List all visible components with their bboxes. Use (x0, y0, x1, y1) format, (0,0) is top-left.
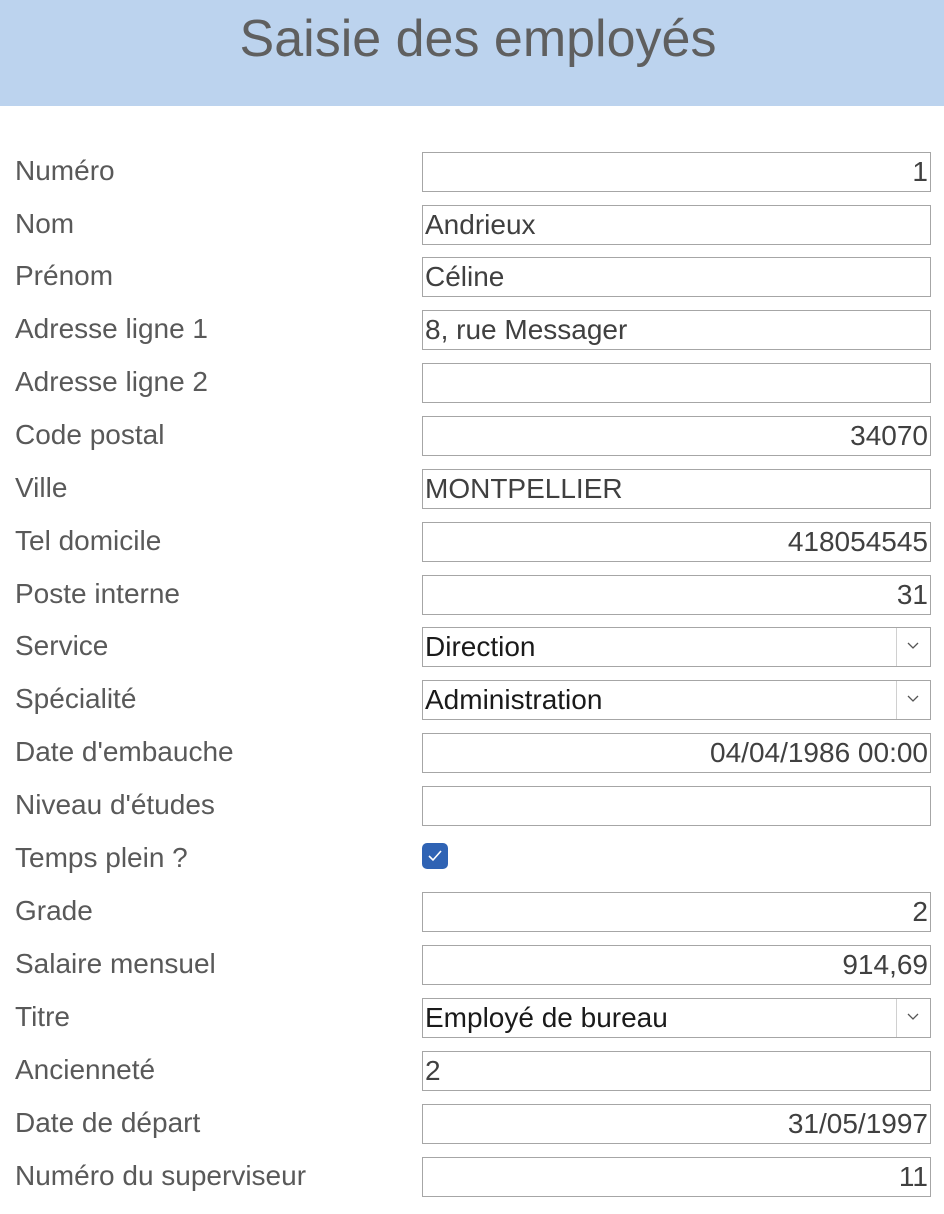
adresse1-label: Adresse ligne 1 (15, 313, 209, 344)
titre-select[interactable]: Employé de bureau (422, 998, 931, 1038)
row-prenom: Prénom Céline (0, 257, 944, 297)
service-dropdown-button[interactable] (896, 628, 930, 666)
row-numero: Numéro 1 (0, 152, 944, 192)
grade-field[interactable]: 2 (422, 892, 931, 932)
row-temps-plein: Temps plein ? (0, 839, 944, 879)
service-value: Direction (425, 631, 536, 662)
prenom-field[interactable]: Céline (422, 257, 931, 297)
chevron-down-icon (907, 642, 919, 649)
prenom-label: Prénom (15, 260, 114, 291)
niveau-etudes-field[interactable] (422, 786, 931, 826)
nom-label: Nom (15, 208, 75, 239)
row-service: Service Direction (0, 627, 944, 667)
temps-plein-checkbox[interactable] (422, 843, 448, 869)
row-niveau-etudes: Niveau d'études (0, 786, 944, 826)
row-specialite: Spécialité Administration (0, 680, 944, 720)
anciennete-field[interactable]: 2 (422, 1051, 931, 1091)
row-tel-domicile: Tel domicile 418054545 (0, 522, 944, 562)
checkmark-icon (428, 850, 442, 862)
superviseur-field[interactable]: 11 (422, 1157, 931, 1197)
temps-plein-label: Temps plein ? (15, 842, 188, 873)
chevron-down-icon (907, 1013, 919, 1020)
superviseur-label: Numéro du superviseur (15, 1160, 307, 1191)
numero-field[interactable]: 1 (422, 152, 931, 192)
poste-interne-field[interactable]: 31 (422, 575, 931, 615)
row-grade: Grade 2 (0, 892, 944, 932)
specialite-select[interactable]: Administration (422, 680, 931, 720)
code-postal-field[interactable]: 34070 (422, 416, 931, 456)
titre-label: Titre (15, 1001, 70, 1032)
adresse2-field[interactable] (422, 363, 931, 403)
row-adresse2: Adresse ligne 2 (0, 363, 944, 403)
adresse2-label: Adresse ligne 2 (15, 366, 209, 397)
row-salaire: Salaire mensuel 914,69 (0, 945, 944, 985)
specialite-label: Spécialité (15, 683, 137, 714)
date-embauche-field[interactable]: 04/04/1986 00:00 (422, 733, 931, 773)
form-title: Saisie des employés (239, 10, 717, 68)
anciennete-label: Ancienneté (15, 1054, 156, 1085)
grade-label: Grade (15, 895, 93, 926)
numero-label: Numéro (15, 155, 115, 186)
row-adresse1: Adresse ligne 1 8, rue Messager (0, 310, 944, 350)
ville-field[interactable]: MONTPELLIER (422, 469, 931, 509)
salaire-label: Salaire mensuel (15, 948, 216, 979)
tel-domicile-field[interactable]: 418054545 (422, 522, 931, 562)
specialite-value: Administration (425, 684, 603, 715)
row-poste-interne: Poste interne 31 (0, 575, 944, 615)
row-titre: Titre Employé de bureau (0, 998, 944, 1038)
service-select[interactable]: Direction (422, 627, 931, 667)
row-anciennete: Ancienneté 2 (0, 1051, 944, 1091)
form-header: Saisie des employés (0, 0, 944, 106)
niveau-etudes-label: Niveau d'études (15, 789, 215, 820)
tel-domicile-label: Tel domicile (15, 525, 162, 556)
adresse1-field[interactable]: 8, rue Messager (422, 310, 931, 350)
row-nom: Nom Andrieux (0, 205, 944, 245)
chevron-down-icon (907, 695, 919, 702)
titre-value: Employé de bureau (425, 1002, 668, 1033)
specialite-dropdown-button[interactable] (896, 681, 930, 719)
row-ville: Ville MONTPELLIER (0, 469, 944, 509)
code-postal-label: Code postal (15, 419, 165, 450)
date-depart-label: Date de départ (15, 1107, 201, 1138)
nom-field[interactable]: Andrieux (422, 205, 931, 245)
titre-dropdown-button[interactable] (896, 999, 930, 1037)
row-date-depart: Date de départ 31/05/1997 (0, 1104, 944, 1144)
salaire-field[interactable]: 914,69 (422, 945, 931, 985)
row-code-postal: Code postal 34070 (0, 416, 944, 456)
date-embauche-label: Date d'embauche (15, 736, 234, 767)
row-date-embauche: Date d'embauche 04/04/1986 00:00 (0, 733, 944, 773)
service-label: Service (15, 630, 109, 661)
ville-label: Ville (15, 472, 68, 503)
poste-interne-label: Poste interne (15, 578, 180, 609)
date-depart-field[interactable]: 31/05/1997 (422, 1104, 931, 1144)
row-superviseur: Numéro du superviseur 11 (0, 1157, 944, 1197)
